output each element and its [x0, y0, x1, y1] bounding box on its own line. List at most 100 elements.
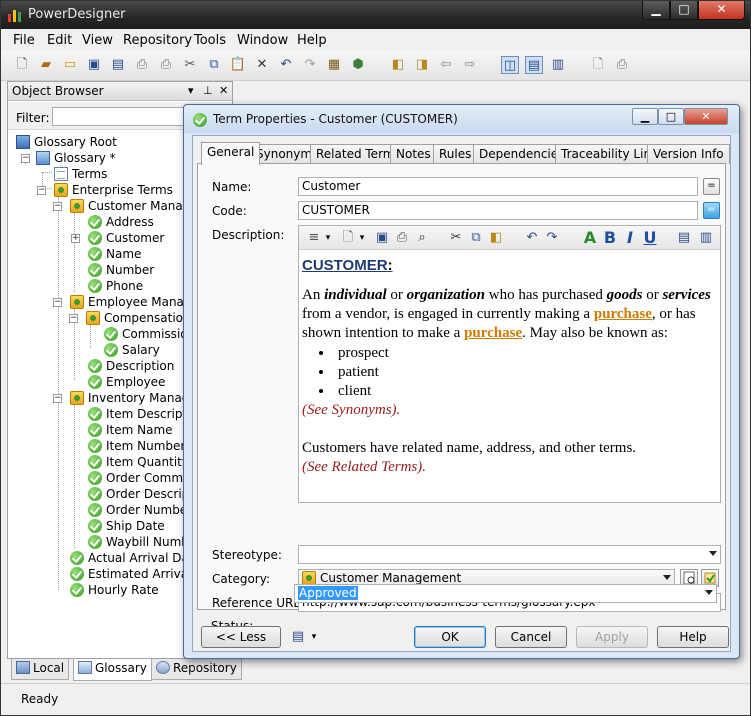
tree-node-compensation[interactable]: Compensation	[86, 310, 191, 326]
cut-icon[interactable]: ✂	[181, 56, 199, 74]
align-dropdown-icon[interactable]: ▾	[319, 229, 337, 247]
menu-edit[interactable]: Edit	[47, 33, 72, 48]
check-model-icon[interactable]: ⬢	[349, 56, 367, 74]
tree-expander-customer-management[interactable]: −	[53, 202, 62, 211]
insert-dropdown-icon[interactable]: ▾	[353, 229, 371, 247]
tree-node-address[interactable]: Address	[88, 214, 154, 230]
list-icon[interactable]: ▥	[697, 229, 715, 247]
purchase-link[interactable]: purchase	[464, 325, 522, 341]
tree-node-item-name[interactable]: Item Name	[88, 422, 173, 438]
pin-icon[interactable]: ⊥	[203, 84, 213, 97]
purchase-link[interactable]: purchase	[594, 306, 652, 322]
undo-icon[interactable]: ↶	[523, 229, 541, 247]
paragraph-icon[interactable]: ▤	[675, 229, 693, 247]
new-icon[interactable]: 🗋	[13, 56, 31, 74]
description-editor[interactable]: ≡ ▾ 🗋 ▾ ▣ ⎙ ⌕ ✂ ⧉ ◧ ↶ ↷ A B I U ▤ ▥ CUST…	[298, 225, 721, 503]
status-select[interactable]: Approved	[294, 584, 717, 603]
repository-update-icon[interactable]: ◧	[389, 56, 407, 74]
help-button[interactable]: Help	[657, 626, 729, 648]
menu-view[interactable]: View	[82, 33, 113, 48]
open-icon[interactable]: ▭	[61, 56, 79, 74]
menu-repository[interactable]: Repository	[123, 33, 192, 48]
cut-icon[interactable]: ✂	[447, 229, 465, 247]
tree-node-order-number[interactable]: Order Number	[88, 502, 192, 518]
tree-node-number[interactable]: Number	[88, 262, 154, 278]
dialog-minimize-button[interactable]: ▁	[632, 108, 658, 125]
tree-node-actual-arrival-date[interactable]: Actual Arrival Date	[70, 550, 201, 566]
name-code-sync-button[interactable]: =	[703, 178, 720, 195]
tree-node-enterprise-terms[interactable]: Enterprise Terms	[54, 182, 173, 198]
redo-icon[interactable]: ↷	[301, 56, 319, 74]
save-icon[interactable]: ▣	[85, 56, 103, 74]
italic-icon[interactable]: I	[621, 229, 639, 247]
tree-expander-employee-management[interactable]: −	[53, 298, 62, 307]
print-icon[interactable]: ⎙	[157, 56, 175, 74]
menu-window[interactable]: Window	[237, 33, 288, 48]
tree-node-description[interactable]: Description	[88, 358, 174, 374]
menu-help[interactable]: Help	[297, 33, 327, 48]
redo-icon[interactable]: ↷	[543, 229, 561, 247]
font-color-icon[interactable]: A	[581, 229, 599, 247]
object-browser-toggle-icon[interactable]: ◫	[501, 56, 519, 74]
print-icon[interactable]: ⎙	[393, 229, 411, 247]
stereotype-select[interactable]	[298, 545, 721, 564]
find-icon[interactable]: 🗋	[589, 56, 607, 74]
new-project-icon[interactable]: ▰	[37, 56, 55, 74]
tree-node-glossary-root[interactable]: Glossary Root	[16, 134, 117, 150]
maximize-button[interactable]: □	[670, 1, 698, 20]
tree-node-ship-date[interactable]: Ship Date	[88, 518, 165, 534]
menu-tools[interactable]: Tools	[194, 33, 226, 48]
code-name-sync-button[interactable]: =	[703, 202, 720, 219]
print-preview-icon[interactable]: ⎙	[133, 56, 151, 74]
result-list-icon[interactable]: ▥	[549, 56, 567, 74]
filter-input[interactable]	[52, 107, 192, 126]
tree-node-item-quantity[interactable]: Item Quantity	[88, 454, 189, 470]
tree-node-name[interactable]: Name	[88, 246, 141, 262]
tree-node-glossary[interactable]: Glossary *	[36, 150, 116, 166]
tab-rules[interactable]: Rules	[433, 144, 478, 164]
delete-icon[interactable]: ✕	[253, 56, 271, 74]
tree-node-customer[interactable]: Customer	[88, 230, 164, 246]
bold-icon[interactable]: B	[601, 229, 619, 247]
apply-button[interactable]: Apply	[576, 626, 648, 648]
tree-expander-enterprise-terms[interactable]: −	[37, 186, 46, 195]
tree-node-employee[interactable]: Employee	[88, 374, 165, 390]
ok-button[interactable]: OK	[414, 626, 486, 648]
close-button[interactable]: ✕	[698, 1, 745, 20]
forward-icon[interactable]: ⇨	[461, 56, 479, 74]
minimize-button[interactable]: ▁	[642, 1, 670, 20]
tab-general[interactable]: General	[201, 142, 261, 165]
tree-node-terms[interactable]: Terms	[54, 166, 107, 182]
print-diagram-icon[interactable]: ⎙	[613, 56, 631, 74]
tree-expander-inventory-management[interactable]: −	[53, 394, 62, 403]
tab-glossary[interactable]: Glossary	[73, 659, 152, 681]
code-input[interactable]: CUSTOMER	[298, 201, 698, 220]
tree-node-item-number[interactable]: Item Number	[88, 438, 185, 454]
save-all-icon[interactable]: ▤	[109, 56, 127, 74]
chevron-down-icon[interactable]: ▾	[305, 628, 323, 646]
tree-expander-glossary[interactable]: −	[21, 154, 30, 163]
tab-local[interactable]: Local	[11, 659, 70, 680]
paste-icon[interactable]: 📋	[229, 56, 247, 74]
underline-icon[interactable]: U	[641, 229, 659, 247]
less-button[interactable]: << Less	[201, 626, 281, 648]
name-input[interactable]: Customer	[298, 177, 698, 196]
repository-consolidate-icon[interactable]: ◨	[413, 56, 431, 74]
find-icon[interactable]: ⌕	[413, 229, 431, 247]
paste-icon[interactable]: ◧	[487, 229, 505, 247]
tree-expander-compensation[interactable]: −	[69, 314, 78, 323]
dialog-maximize-button[interactable]: □	[658, 108, 684, 125]
copy-icon[interactable]: ⧉	[467, 229, 485, 247]
back-icon[interactable]: ⇦	[437, 56, 455, 74]
menu-file[interactable]: File	[13, 33, 35, 48]
tree-node-commission[interactable]: Commission	[104, 326, 195, 342]
tree-node-salary[interactable]: Salary	[104, 342, 160, 358]
tree-node-hourly-rate[interactable]: Hourly Rate	[70, 582, 159, 598]
panel-close-icon[interactable]: ✕	[219, 84, 228, 97]
dialog-close-button[interactable]: ✕	[684, 108, 728, 125]
tab-version-info[interactable]: Version Info	[647, 144, 730, 164]
cancel-button[interactable]: Cancel	[495, 626, 567, 648]
output-toggle-icon[interactable]: ▤	[525, 56, 543, 74]
properties-icon[interactable]: ▦	[325, 56, 343, 74]
tree-node-phone[interactable]: Phone	[88, 278, 143, 294]
